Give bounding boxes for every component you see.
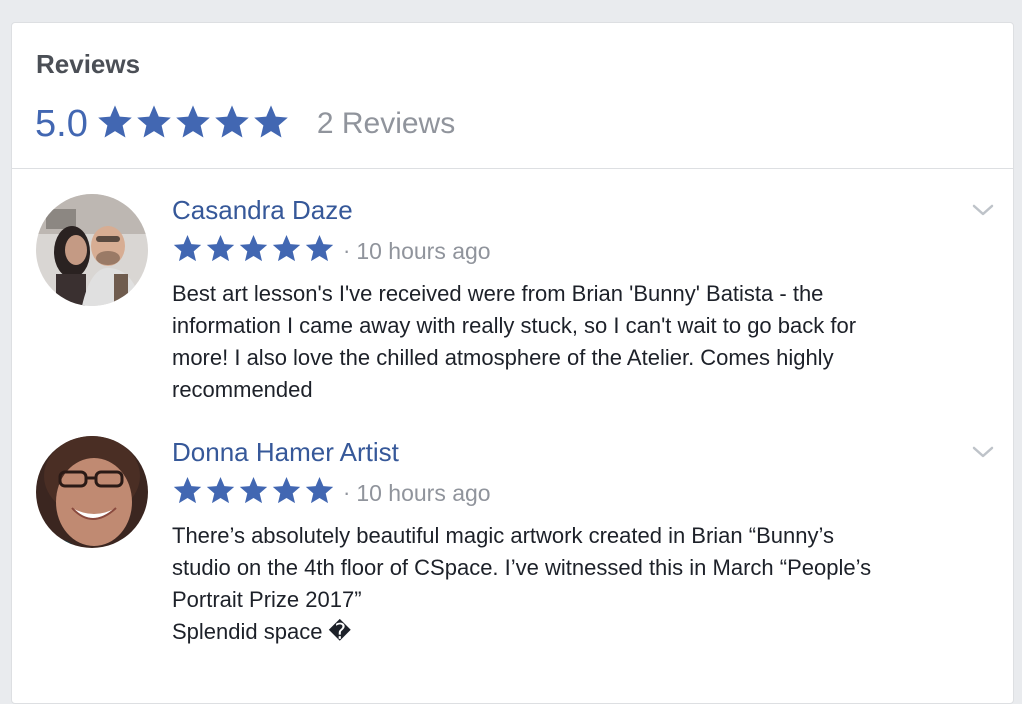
star-icon	[272, 234, 301, 262]
star-icon	[137, 104, 171, 138]
star-icon	[272, 476, 301, 504]
card-title: Reviews	[36, 49, 141, 79]
review-text: Best art lesson's I've received were fro…	[172, 281, 857, 402]
review-count-link[interactable]: 2 Reviews	[317, 107, 455, 141]
star-icon	[239, 234, 268, 262]
avatar[interactable]	[36, 436, 148, 548]
rating-score: 5.0	[35, 102, 88, 145]
review-timestamp-link[interactable]: 10 hours ago	[356, 238, 490, 265]
star-icon	[215, 104, 249, 138]
reviews-card: Reviews 5.0 2 Reviews Casandra Daze · 10…	[11, 22, 1014, 704]
reviews-header: Reviews 5.0 2 Reviews	[12, 23, 1013, 169]
meta-separator: ·	[343, 238, 351, 263]
meta-separator: ·	[343, 480, 351, 505]
review-meta: · 10 hours ago	[172, 476, 491, 510]
star-icon	[206, 476, 235, 504]
star-icon	[98, 104, 132, 138]
review-stars	[172, 475, 337, 511]
star-icon	[206, 234, 235, 262]
review-text: There’s absolutely beautiful magic artwo…	[172, 523, 872, 644]
star-icon	[305, 234, 334, 262]
avatar[interactable]	[36, 194, 148, 306]
star-icon	[176, 104, 210, 138]
star-icon	[254, 104, 288, 138]
star-icon	[173, 234, 202, 262]
star-icon	[173, 476, 202, 504]
review-timestamp-link[interactable]: 10 hours ago	[356, 480, 490, 507]
overall-stars	[96, 103, 291, 146]
chevron-down-icon[interactable]	[970, 442, 996, 462]
profile-photo-couple-icon	[36, 194, 148, 306]
chevron-down-icon[interactable]	[970, 200, 996, 220]
overall-rating: 5.0 2 Reviews	[35, 99, 455, 149]
review-item: Donna Hamer Artist · 10 hours ago There’…	[36, 436, 996, 666]
reviewer-name-link[interactable]: Casandra Daze	[172, 194, 353, 226]
reviewer-name-link[interactable]: Donna Hamer Artist	[172, 436, 399, 468]
star-icon	[239, 476, 268, 504]
review-stars	[172, 233, 337, 269]
review-item: Casandra Daze · 10 hours ago Best art le…	[36, 194, 996, 424]
profile-photo-woman-icon	[36, 436, 148, 548]
star-icon	[305, 476, 334, 504]
review-meta: · 10 hours ago	[172, 234, 491, 268]
